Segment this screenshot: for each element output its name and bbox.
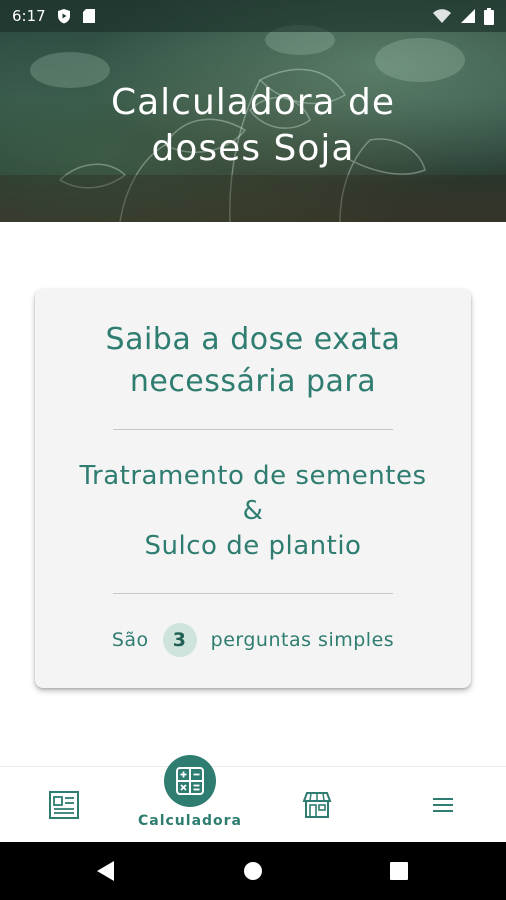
divider-bottom	[113, 593, 393, 594]
questions-summary: São 3 perguntas simples	[35, 623, 471, 657]
signal-icon	[461, 9, 475, 23]
questions-prefix: São	[111, 629, 149, 651]
questions-suffix: perguntas simples	[210, 629, 395, 651]
header-banner: Calculadora de doses Soja	[0, 0, 506, 222]
clock: 6:17	[12, 7, 46, 25]
home-button[interactable]	[233, 842, 273, 900]
dose-info-card[interactable]: Saiba a dose exata necessária para Tratr…	[35, 289, 471, 688]
nav-item-store[interactable]	[287, 767, 347, 843]
back-button[interactable]	[86, 842, 126, 900]
use-cases: Tratramento de sementes & Sulco de plant…	[35, 459, 471, 564]
heading-line-2: necessária para	[129, 364, 377, 399]
page-title: Calculadora de doses Soja	[0, 80, 506, 172]
recents-button[interactable]	[379, 842, 419, 900]
home-circle-icon	[244, 862, 262, 880]
nav-label-calculator[interactable]: Calculadora	[110, 813, 270, 829]
heading-line-1: Saiba a dose exata	[105, 322, 401, 357]
nav-item-calculator[interactable]	[164, 755, 216, 807]
status-bar: 6:17	[0, 0, 506, 32]
battery-icon	[484, 7, 494, 25]
store-icon	[302, 792, 332, 818]
title-line-2: doses Soja	[151, 128, 355, 169]
menu-icon	[433, 798, 453, 812]
divider-top	[113, 429, 393, 430]
system-navigation-bar	[0, 842, 506, 900]
bottom-navigation: Calculadora	[0, 755, 506, 843]
recents-square-icon	[390, 862, 408, 880]
use-ampersand: &	[242, 496, 264, 526]
nav-item-news[interactable]	[34, 767, 94, 843]
calculator-icon	[176, 767, 204, 795]
wifi-icon	[433, 9, 451, 23]
use-planting-furrow: Sulco de plantio	[144, 531, 362, 561]
news-icon	[49, 791, 79, 819]
sd-card-icon	[82, 9, 95, 23]
use-seed-treatment: Tratramento de sementes	[79, 461, 427, 491]
questions-count-badge: 3	[162, 623, 197, 657]
shield-play-icon	[57, 9, 70, 24]
back-triangle-icon	[97, 861, 114, 881]
card-heading: Saiba a dose exata necessária para	[35, 319, 471, 403]
title-line-1: Calculadora de	[110, 82, 396, 123]
nav-item-menu[interactable]	[413, 767, 473, 843]
